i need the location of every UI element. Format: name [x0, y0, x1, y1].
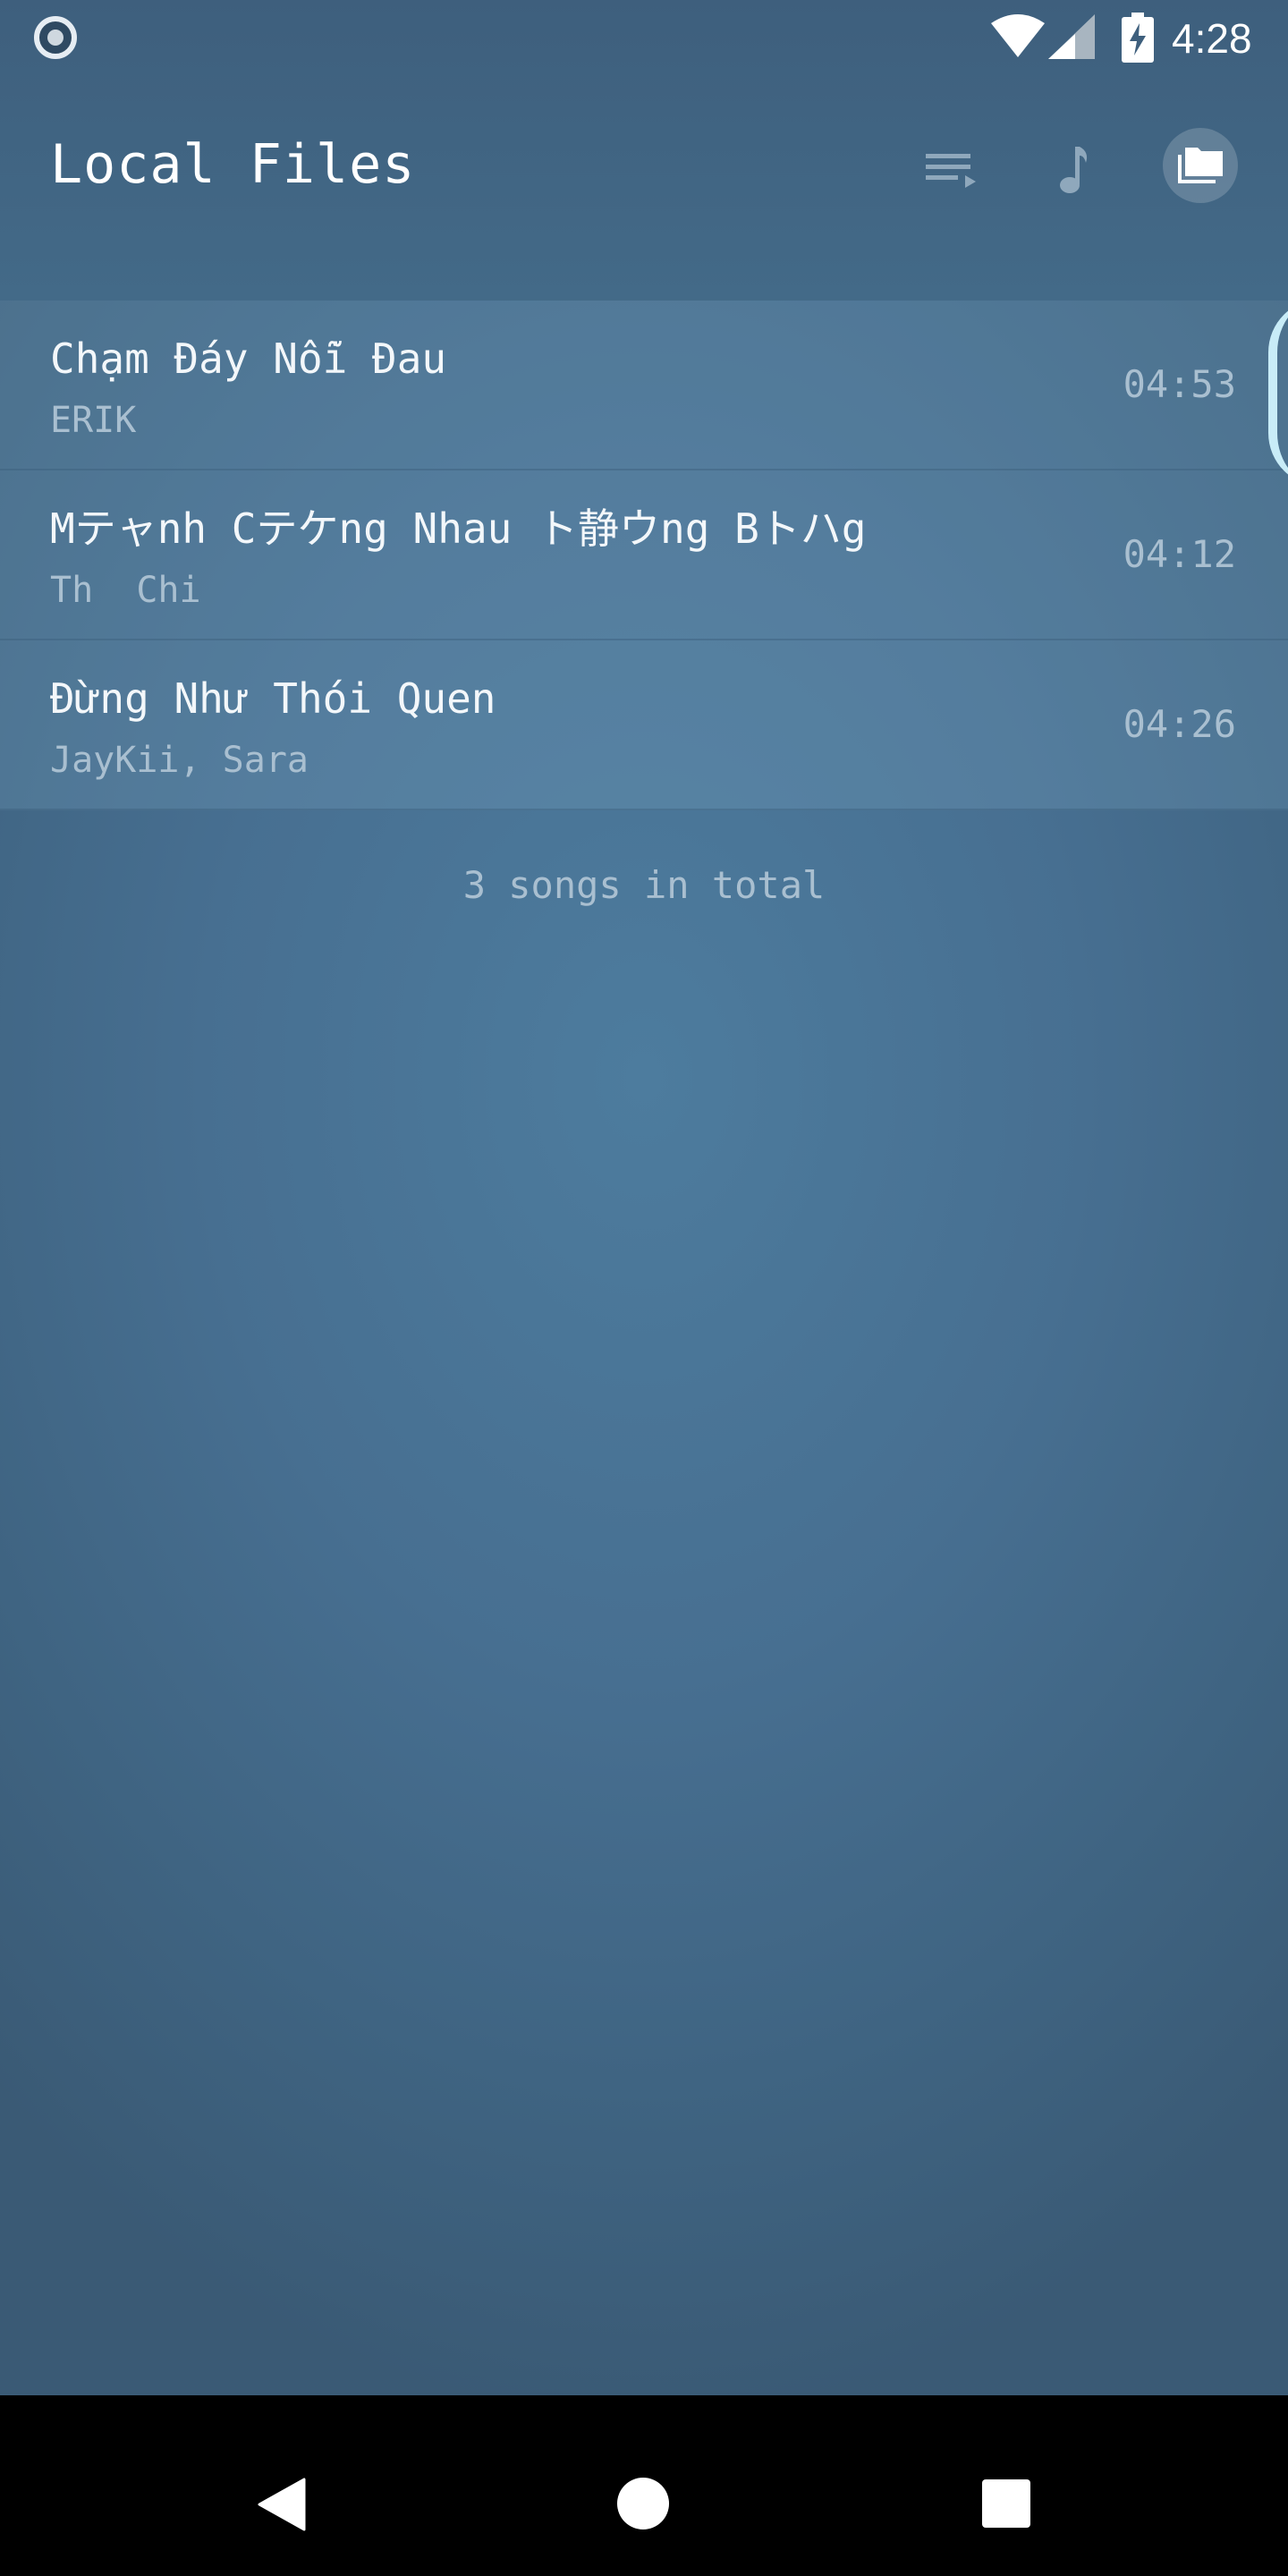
- song-duration: 04:26: [1123, 702, 1236, 746]
- song-artist: Th Chi: [50, 570, 201, 611]
- music-button[interactable]: [1036, 132, 1111, 208]
- app-notification-icon: [34, 16, 77, 59]
- navigation-bar: [0, 2395, 1288, 2576]
- song-title: Mテャnh Cテケng Nhau ト静ウng Bトハg: [50, 504, 867, 553]
- signal-icon: [1048, 14, 1095, 59]
- song-title: Đừng Như Thói Quen: [50, 674, 496, 723]
- wifi-icon: [991, 14, 1045, 57]
- song-count: 3 songs in total: [462, 863, 826, 907]
- list-item[interactable]: Chạm Đáy Nỗi Đau ERIK 04:53: [0, 301, 1288, 470]
- queue-button[interactable]: [914, 132, 989, 208]
- list-item[interactable]: Đừng Như Thói Quen JayKii, Sara 04:26: [0, 640, 1288, 810]
- song-title: Chạm Đáy Nỗi Đau: [50, 335, 447, 383]
- status-time: 4:28: [1172, 15, 1252, 62]
- back-icon[interactable]: [256, 2478, 306, 2531]
- status-bar: 4:28: [0, 0, 1288, 75]
- song-artist: ERIK: [50, 400, 137, 441]
- song-duration: 04:53: [1123, 362, 1236, 406]
- song-duration: 04:12: [1123, 532, 1236, 576]
- music-note-icon: [1060, 147, 1088, 193]
- folder-button[interactable]: [1163, 128, 1238, 203]
- page-title: Local Files: [50, 133, 416, 196]
- song-artist: JayKii, Sara: [50, 740, 309, 781]
- screen: 4:28 Local Files Chạm Đáy Nỗi Đau ERIK 0…: [0, 0, 1288, 2395]
- recents-icon[interactable]: [982, 2479, 1030, 2528]
- queue-icon: [926, 154, 976, 188]
- list-item[interactable]: Mテャnh Cテケng Nhau ト静ウng Bトハg Th Chi 04:12: [0, 470, 1288, 640]
- folder-icon: [1178, 148, 1223, 183]
- battery-charging-icon: [1122, 13, 1154, 63]
- home-icon[interactable]: [617, 2478, 669, 2529]
- song-list[interactable]: Chạm Đáy Nỗi Đau ERIK 04:53 Mテャnh Cテケng …: [0, 301, 1288, 810]
